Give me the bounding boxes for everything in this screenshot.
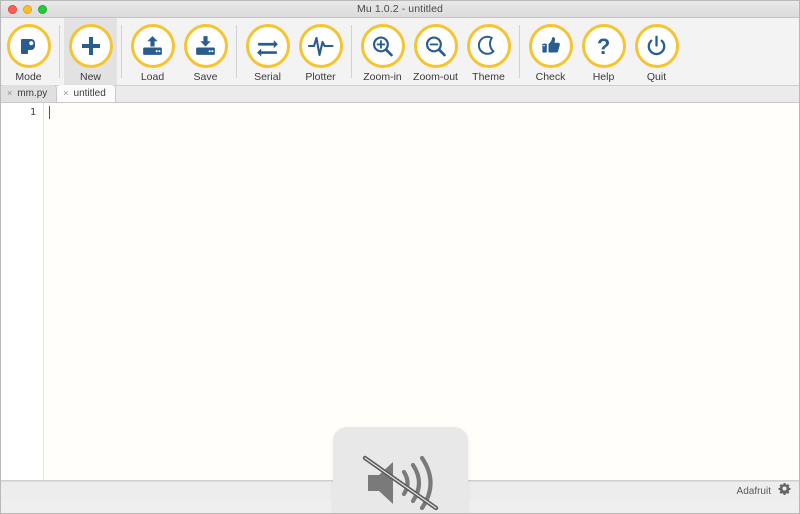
gear-glyph: [778, 482, 791, 495]
mode-icon: [20, 39, 35, 54]
speaker-mute-glyph: [362, 455, 438, 511]
toolbar-button-serial[interactable]: Serial: [241, 18, 294, 85]
speaker-mute-icon: [360, 446, 442, 513]
thumbs-up-icon-circle: [528, 24, 573, 68]
editor-tabbar: × mm.py × untitled: [1, 85, 799, 103]
serial-arrows-icon: [257, 39, 278, 57]
magnifier-minus-icon: [425, 35, 446, 56]
toolbar-group-device: Serial Plotter: [241, 18, 347, 85]
tab-label: mm.py: [17, 88, 48, 99]
toolbar-group-file-b: Load Save: [126, 18, 232, 85]
plus-icon-circle: [68, 24, 113, 68]
toolbar-label-theme: Theme: [472, 71, 505, 83]
volume-mute-overlay: [333, 427, 468, 513]
upload-icon-circle: [130, 24, 175, 68]
magnifier-plus-icon-circle: [360, 24, 405, 68]
close-icon[interactable]: ×: [7, 89, 12, 98]
maximize-window-button[interactable]: [38, 5, 47, 14]
line-number-gutter: 1: [1, 103, 44, 480]
tab-label: untitled: [73, 88, 106, 99]
toolbar-group-view: Zoom-in Zoom-out Theme: [356, 18, 515, 85]
toolbar-button-save[interactable]: Save: [179, 18, 232, 85]
close-icon[interactable]: ×: [63, 89, 68, 98]
moon-icon-circle: [466, 24, 511, 68]
toolbar-label-zoom-out: Zoom-out: [413, 71, 458, 83]
question-mark-icon: ?: [597, 34, 610, 59]
toolbar-label-zoom-in: Zoom-in: [363, 71, 402, 83]
toolbar-separator-1: [59, 25, 60, 78]
toolbar-group-help: Check ? Help Quit: [524, 18, 683, 85]
toolbar-label-new: New: [79, 71, 101, 83]
magnifier-minus-icon-circle: [413, 24, 458, 68]
question-mark-icon-circle: ?: [581, 24, 626, 68]
gear-icon[interactable]: [778, 482, 791, 500]
mode-icon-circle: [6, 24, 51, 68]
toolbar-label-check: Check: [535, 71, 566, 83]
toolbar-separator-5: [519, 25, 520, 78]
upload-icon: [143, 35, 162, 55]
tab-mm-py[interactable]: × mm.py: [1, 85, 58, 102]
window-controls: [8, 5, 47, 14]
thumbs-up-icon: [541, 37, 560, 53]
magnifier-plus-icon: [372, 35, 393, 56]
window-titlebar: Mu 1.0.2 - untitled: [1, 1, 799, 18]
line-number: 1: [29, 107, 36, 118]
text-caret: [49, 106, 50, 119]
serial-arrows-icon-circle: [245, 24, 290, 68]
toolbar-button-load[interactable]: Load: [126, 18, 179, 85]
svg-text:?: ?: [597, 34, 610, 59]
editor-area: 1: [1, 103, 799, 513]
toolbar-button-plotter[interactable]: Plotter: [294, 18, 347, 85]
toolbar-button-help[interactable]: ? Help: [577, 18, 630, 85]
moon-icon: [477, 35, 495, 55]
toolbar-button-check[interactable]: Check: [524, 18, 577, 85]
toolbar-label-load: Load: [140, 71, 165, 83]
power-icon-circle: [634, 24, 679, 68]
waveform-icon-circle: [298, 24, 343, 68]
toolbar-label-mode: Mode: [15, 71, 42, 83]
toolbar-label-quit: Quit: [646, 71, 667, 83]
toolbar-label-plotter: Plotter: [305, 71, 336, 83]
waveform-icon: [307, 36, 334, 57]
close-window-button[interactable]: [8, 5, 17, 14]
current-mode-label: Adafruit: [736, 485, 771, 497]
tab-untitled[interactable]: × untitled: [57, 85, 116, 102]
power-icon: [647, 35, 666, 55]
toolbar-label-help: Help: [592, 71, 615, 83]
mu-editor-window: Mu 1.0.2 - untitled Mode New Load Save S…: [0, 0, 800, 514]
toolbar-separator-2: [121, 25, 122, 78]
minimize-window-button[interactable]: [23, 5, 32, 14]
window-title: Mu 1.0.2 - untitled: [357, 3, 443, 15]
toolbar-group-file-a: Mode New: [2, 18, 117, 85]
code-text-area[interactable]: [44, 103, 799, 480]
toolbar-button-zoom-out[interactable]: Zoom-out: [409, 18, 462, 85]
download-icon-circle: [183, 24, 228, 68]
toolbar-separator-3: [236, 25, 237, 78]
toolbar-button-zoom-in[interactable]: Zoom-in: [356, 18, 409, 85]
toolbar-label-save: Save: [193, 71, 218, 83]
toolbar-separator-4: [351, 25, 352, 78]
toolbar-label-serial: Serial: [254, 71, 281, 83]
plus-icon: [81, 37, 100, 55]
toolbar-button-theme[interactable]: Theme: [462, 18, 515, 85]
download-icon: [196, 35, 215, 55]
toolbar-button-new[interactable]: New: [64, 18, 117, 85]
toolbar-button-quit[interactable]: Quit: [630, 18, 683, 85]
toolbar-button-mode[interactable]: Mode: [2, 18, 55, 85]
main-toolbar: Mode New Load Save Serial Plotter Zoom-i…: [1, 18, 799, 86]
